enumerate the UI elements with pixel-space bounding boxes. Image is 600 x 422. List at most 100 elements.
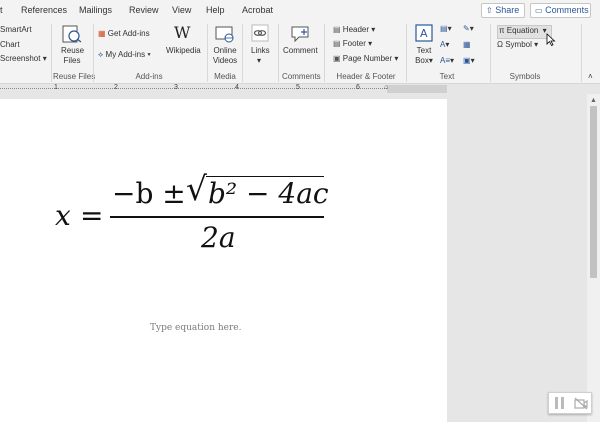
- ribbon-tab-bar: t References Mailings Review View Help A…: [0, 0, 600, 21]
- radical-sign-icon: √: [186, 169, 208, 208]
- header-icon: ▤: [333, 25, 341, 34]
- tab-help[interactable]: Help: [206, 5, 225, 15]
- page-number-button[interactable]: ▣ Page Number ▾: [333, 54, 398, 64]
- store-icon: ▦: [98, 29, 106, 38]
- mouse-cursor-icon: [546, 33, 556, 47]
- smartart-button[interactable]: SmartArt: [0, 25, 32, 35]
- wikipedia-button[interactable]: Wikipedia: [166, 46, 201, 56]
- date-time-button[interactable]: ▦: [463, 40, 471, 50]
- reuse-files-button[interactable]: Reuse Files: [61, 46, 84, 66]
- link-icon: [251, 24, 269, 42]
- get-addins-button[interactable]: ▦ Get Add-ins: [98, 29, 150, 39]
- comments-label: Comments: [545, 5, 589, 15]
- scrollbar-thumb[interactable]: [590, 106, 597, 278]
- right-indent-marker-icon[interactable]: ⌂: [384, 84, 388, 91]
- ruler-tick: 5: [296, 84, 300, 91]
- chevron-down-icon: ▾: [534, 40, 539, 49]
- vertical-scrollbar[interactable]: ▲: [587, 94, 600, 422]
- collapse-ribbon-icon[interactable]: ˄: [588, 72, 593, 82]
- drop-cap-icon: A≡: [440, 56, 451, 65]
- addins-icon: ⟡: [98, 50, 104, 59]
- comments-button[interactable]: ▭ Comments: [530, 3, 591, 18]
- share-label: Share: [495, 5, 520, 15]
- chevron-down-icon: ▾: [147, 50, 151, 59]
- chevron-down-icon: ▾: [371, 25, 376, 34]
- pause-icon[interactable]: [561, 397, 564, 409]
- equation-radicand: b² − 4ac: [208, 177, 329, 210]
- links-button[interactable]: Links: [251, 46, 270, 56]
- online-video-icon: [215, 26, 234, 43]
- ruler-tick: 6: [356, 84, 360, 91]
- equation-button[interactable]: π Equation ▾: [497, 25, 552, 39]
- group-separator: [406, 24, 407, 82]
- quick-parts-button[interactable]: ▤▾: [440, 24, 452, 34]
- group-separator: [93, 24, 94, 82]
- equation-lhs: x: [55, 199, 71, 232]
- wordart-button[interactable]: A▾: [440, 40, 449, 50]
- equation-numerator-start: −b ±: [112, 177, 186, 210]
- my-addins-button[interactable]: ⟡ My Add-ins ▾: [98, 50, 151, 60]
- equation-placeholder[interactable]: Type equation here.: [150, 323, 241, 333]
- ruler-track: [0, 88, 447, 89]
- group-label-header-footer: Header & Footer: [336, 72, 396, 81]
- pi-icon: π: [499, 26, 505, 35]
- group-label-text: Text: [439, 72, 455, 81]
- recording-controls: [548, 392, 592, 414]
- tab-review[interactable]: Review: [129, 5, 159, 15]
- group-separator: [490, 24, 491, 82]
- scroll-up-icon[interactable]: ▲: [590, 97, 597, 104]
- share-button[interactable]: ⇧ Share: [481, 3, 525, 18]
- chevron-down-icon: ▾: [428, 56, 433, 65]
- tab-mailings[interactable]: Mailings: [79, 5, 112, 15]
- calendar-icon: ▦: [463, 40, 471, 49]
- chevron-down-icon: ▾: [368, 39, 373, 48]
- drop-cap-button[interactable]: A≡▾: [440, 56, 454, 66]
- object-icon: ▣: [463, 56, 471, 65]
- tab-acrobat[interactable]: Acrobat: [242, 5, 273, 15]
- reuse-files-icon: [62, 25, 82, 43]
- chevron-down-icon: ▾: [469, 24, 474, 33]
- group-separator: [207, 24, 208, 82]
- online-videos-button[interactable]: Online Videos: [211, 46, 239, 66]
- signature-line-icon: ✎: [463, 24, 470, 33]
- equation-equals: =: [80, 199, 104, 232]
- ruler-tick: 2: [114, 84, 118, 91]
- ruler-tick: 4: [235, 84, 239, 91]
- ruler-tick: 1: [54, 84, 58, 91]
- comment-button[interactable]: Comment: [283, 46, 318, 56]
- group-label-addins: Add-ins: [135, 72, 163, 81]
- document-page[interactable]: x = −b ± √ b² − 4ac 2a Type equation her…: [0, 99, 447, 422]
- camera-off-icon[interactable]: [574, 397, 588, 410]
- group-label-reuse-files: Reuse Files: [53, 72, 96, 81]
- chart-button[interactable]: Chart: [0, 40, 20, 50]
- tab-insert-partial[interactable]: t: [0, 5, 3, 15]
- chevron-down-icon: ▾: [450, 56, 455, 65]
- text-box-button[interactable]: Text Box▾: [414, 46, 434, 66]
- footer-button[interactable]: ▤ Footer ▾: [333, 39, 372, 49]
- comment-icon: ▭: [535, 6, 543, 15]
- chevron-down-icon: ▾: [394, 54, 399, 63]
- chevron-down-icon: ▾: [445, 40, 450, 49]
- tab-references[interactable]: References: [21, 5, 67, 15]
- screenshot-button[interactable]: Screenshot ▾: [0, 54, 47, 64]
- chevron-down-icon: ▾: [257, 56, 262, 65]
- group-label-symbols: Symbols: [509, 72, 541, 81]
- signature-line-button[interactable]: ✎▾: [463, 24, 474, 34]
- header-button[interactable]: ▤ Header ▾: [333, 25, 375, 35]
- footer-icon: ▤: [333, 39, 341, 48]
- chevron-down-icon: ▾: [470, 56, 475, 65]
- horizontal-ruler[interactable]: 1 2 3 4 5 6 ⌂: [0, 84, 600, 94]
- group-separator: [581, 24, 582, 82]
- group-separator: [242, 24, 243, 82]
- svg-text:A: A: [420, 27, 428, 40]
- chevron-down-icon: ▾: [447, 24, 452, 33]
- equation-denominator: 2a: [201, 221, 236, 254]
- text-box-icon: A: [415, 24, 433, 42]
- ribbon: SmartArt Chart Screenshot ▾ Reuse Files …: [0, 21, 600, 84]
- tab-view[interactable]: View: [172, 5, 191, 15]
- new-comment-icon: [291, 26, 309, 43]
- fraction-bar: [110, 216, 324, 218]
- object-button[interactable]: ▣▾: [463, 56, 475, 66]
- omega-icon: Ω: [497, 40, 503, 49]
- symbol-button[interactable]: Ω Symbol ▾: [497, 40, 538, 50]
